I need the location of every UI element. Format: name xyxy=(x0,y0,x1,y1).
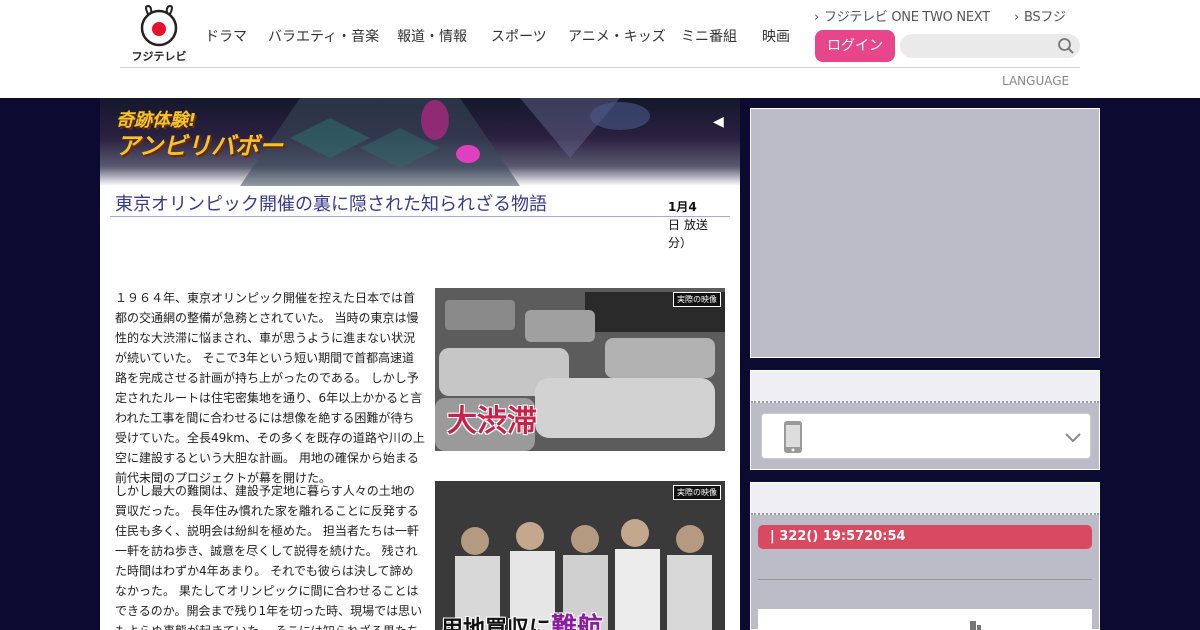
image-caption-a: 用地買収に xyxy=(441,617,552,630)
article-paragraph: しかし最大の難関は、建設予定地に暮らす人々の土地の買収だった。 長年住み慣れた家… xyxy=(115,484,423,630)
search-input[interactable] xyxy=(900,34,1080,58)
search-icon[interactable] xyxy=(1057,37,1075,55)
schedule-panel: | 322() 19:5720:54 xyxy=(750,482,1100,630)
image-stamp: 実際の映像 xyxy=(673,485,721,500)
program-logo-line2: アンビリバボー xyxy=(116,131,284,160)
schedule-item[interactable] xyxy=(758,609,1092,630)
article-image-land-acquisition: 実際の映像 用地買収に難航 xyxy=(435,481,725,630)
chevron-right-icon: › xyxy=(1014,10,1019,25)
broadcast-date: 1月4 xyxy=(668,200,697,214)
nav-movies[interactable]: 映画 xyxy=(762,26,790,46)
nav-news-info[interactable]: 報道・情報 xyxy=(397,26,467,46)
link-bs-fuji[interactable]: › BSフジ xyxy=(1014,6,1066,25)
image-stamp: 実際の映像 xyxy=(673,292,721,307)
device-select-panel xyxy=(750,370,1100,470)
article-paragraph: １９６４年、東京オリンピック開催を控えた日本では首都の交通網の整備が急務とされて… xyxy=(115,291,425,485)
nav-anime-kids[interactable]: アニメ・キッズ xyxy=(568,26,666,46)
ad-slot[interactable] xyxy=(750,108,1100,358)
article-image-traffic: 実際の映像 大渋滞 xyxy=(435,288,725,451)
header-divider xyxy=(120,67,1080,68)
program-banner[interactable]: 奇跡体験! アンビリバボー ◀ xyxy=(100,98,740,186)
panel-header xyxy=(751,371,1099,403)
title-underline xyxy=(110,216,730,217)
notice-divider xyxy=(758,579,1092,580)
chevron-down-icon xyxy=(1065,433,1081,443)
link-label: フジテレビ ONE TWO NEXT xyxy=(824,10,990,25)
language-link[interactable]: LANGUAGE xyxy=(1002,74,1069,88)
broadcast-note: 日 放送 xyxy=(668,218,708,232)
broadcast-info: 1月4 日 放送 分） xyxy=(668,198,734,252)
panel-header xyxy=(751,483,1099,515)
plug-icon xyxy=(970,621,981,630)
site-header: フジテレビ ドラマ バラエティ・音楽 報道・情報 スポーツ アニメ・キッズ ミニ… xyxy=(0,0,1200,98)
logo-text: フジテレビ xyxy=(131,50,187,63)
nav-drama[interactable]: ドラマ xyxy=(205,26,247,46)
image-caption-b: 難航 xyxy=(551,613,604,630)
smartphone-icon xyxy=(784,421,802,453)
fujitv-logo[interactable]: フジテレビ xyxy=(128,4,190,63)
image-caption: 用地買収に難航 xyxy=(441,607,603,630)
image-caption: 大渋滞 xyxy=(447,404,537,439)
program-logo: 奇跡体験! アンビリバボー xyxy=(116,110,283,160)
device-select[interactable] xyxy=(761,413,1091,459)
link-label: BSフジ xyxy=(1024,10,1066,25)
article-title: 東京オリンピック開催の裏に隠された知られざる物語 xyxy=(115,194,547,215)
nav-variety-music[interactable]: バラエティ・音楽 xyxy=(268,26,379,46)
program-logo-line1: 奇跡体験! xyxy=(116,110,197,131)
medamaman-logo-icon xyxy=(140,4,178,47)
chevron-right-icon: › xyxy=(814,10,819,25)
login-button[interactable]: ログイン xyxy=(815,30,895,62)
broadcast-duration: 分） xyxy=(668,236,693,250)
nav-mini-programs[interactable]: ミニ番組 xyxy=(681,26,737,46)
article-area: 奇跡体験! アンビリバボー ◀ 東京オリンピック開催の裏に隠された知られざる物語… xyxy=(100,98,740,630)
broadcast-notice[interactable]: | 322() 19:5720:54 xyxy=(758,525,1092,549)
sidebar: | 322() 19:5720:54 xyxy=(740,98,1200,630)
link-fujitv-one-two-next[interactable]: › フジテレビ ONE TWO NEXT xyxy=(814,6,990,25)
banner-arrow-icon[interactable]: ◀ xyxy=(713,114,724,130)
nav-sports[interactable]: スポーツ xyxy=(491,26,547,46)
